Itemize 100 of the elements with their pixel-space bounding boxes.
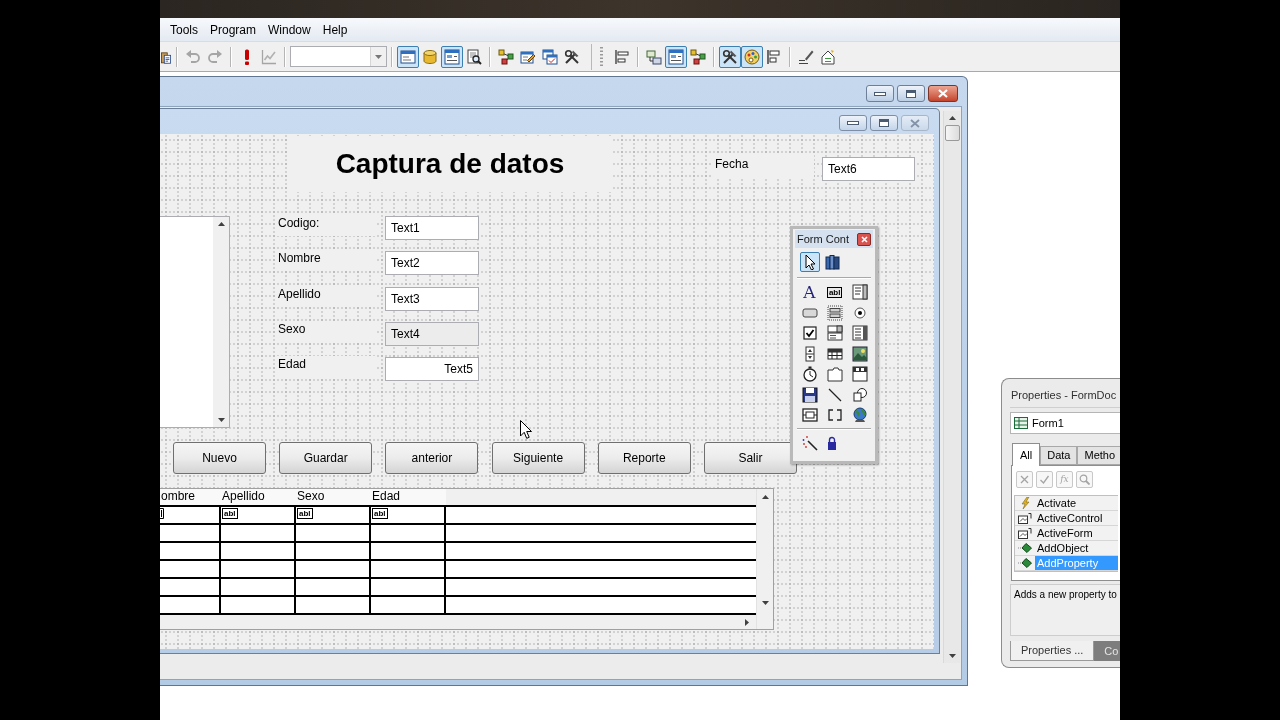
picture-icon [851,345,868,362]
frame-icon [801,407,818,423]
field-label: Apellido [275,285,375,307]
globe-icon [851,407,868,423]
command-button[interactable]: Nuevo [173,442,266,474]
folder-tab-icon [826,366,843,382]
tool-button[interactable] [799,405,820,425]
brackets-icon [826,407,843,423]
field-label: Fecha [712,155,814,178]
align-left-icon [766,48,782,65]
linked-boxes-icon [646,48,662,65]
close-button[interactable] [857,232,871,246]
menu-item[interactable]: Window [262,18,317,41]
text-field[interactable]: Text1 [385,216,479,240]
maximize-button[interactable] [897,85,925,102]
method-icon [1018,542,1032,554]
minimize-button[interactable] [866,85,894,102]
form-title: Captura de datos [288,136,612,192]
database-icon [422,48,438,65]
tools-icon [722,48,738,65]
minimize-button[interactable] [839,115,867,131]
menu-item[interactable]: Help [316,18,354,41]
tab[interactable]: Properties ... [1010,641,1095,661]
check-icon [1039,474,1050,485]
menu-item[interactable]: Program [204,18,263,41]
undo-icon [185,48,201,65]
text-field[interactable]: Text6 [822,157,915,181]
command-button[interactable]: Salir [703,442,797,474]
list-box-icon [851,325,868,341]
scroll-down-arrow-icon [761,601,769,605]
column-header: Edad [371,489,446,505]
grid-icon [826,345,843,362]
scroll-up-arrow-icon [948,116,956,120]
pen-lines-icon [798,48,814,65]
radio-icon [851,304,868,321]
cross-icon [1019,474,1030,485]
command-button[interactable]: Reporte [597,442,691,474]
tool-button[interactable] [800,252,820,272]
text-field[interactable]: Text3 [385,286,479,311]
aligned-bars-icon [614,48,630,65]
mouse-pointer-icon [520,420,532,439]
combo-box-icon [826,325,843,341]
maximize-button[interactable] [870,115,898,131]
caret-icon [375,54,382,59]
tab[interactable]: All [1012,443,1041,466]
dropdown-field[interactable] [290,46,387,67]
tool-button[interactable]: abl [824,282,846,302]
menu-item[interactable]: Tools [164,18,204,41]
scrollbar-thumb[interactable] [944,125,960,141]
tool-button[interactable] [824,323,846,343]
scroll-down-arrow-icon [948,654,956,658]
window-title: Properties - FormDoc [1010,388,1118,403]
textbox-marker: abl [372,508,388,519]
text-area-icon [851,284,868,300]
property-icon [1018,527,1032,539]
tool-button[interactable] [849,323,871,343]
tool-button[interactable] [799,384,820,405]
toolbar-button[interactable] [441,45,463,68]
close-button[interactable] [928,85,958,102]
command-button[interactable]: anterior [385,442,479,474]
grip-icon[interactable] [600,46,603,67]
property-sheet-icon [444,48,460,65]
column-header: ombre [160,489,221,505]
close-icon [860,235,868,243]
maximize-icon [879,119,889,127]
tab[interactable]: Data [1040,446,1078,465]
text-field[interactable]: Text4 [385,321,479,346]
column-header: Sexo [296,489,371,505]
lightning-icon [1020,497,1030,509]
stacked-windows-icon [542,48,558,65]
toolbar-button[interactable] [665,45,687,68]
shapes-icon [851,386,868,403]
text-field[interactable]: Text5 [385,357,479,381]
command-button[interactable]: Guardar [279,442,373,474]
description-text: Adds a new property to [1014,589,1117,600]
tool-button[interactable] [823,252,843,272]
checkbox-icon [801,325,818,341]
chart-line-icon [261,48,277,65]
toolbox-title: Form Cont [797,231,849,247]
scroll-up-arrow-icon [761,495,769,499]
field-label: Sexo [275,320,375,342]
textbox-marker: abl [297,508,313,519]
magnifier-document-icon [466,48,482,65]
diagram-icon [690,48,706,65]
tool-button[interactable] [849,343,871,364]
books-icon [825,254,841,270]
toolbar-button[interactable] [719,45,741,68]
tool-button[interactable] [849,364,871,384]
line-icon [826,386,843,403]
tool-button[interactable]: A [799,282,820,302]
tool-button[interactable] [849,282,871,302]
minimize-icon [874,91,886,96]
field-label: Edad [275,356,375,377]
palette-icon [744,48,760,65]
window-icon [400,48,416,65]
text-field[interactable]: Text2 [385,251,479,276]
object-dropdown[interactable]: Form1 [1010,412,1120,434]
tab[interactable]: Metho [1077,446,1120,465]
form-pencil-icon [520,48,536,65]
command-button[interactable]: Siguiente [491,442,585,474]
